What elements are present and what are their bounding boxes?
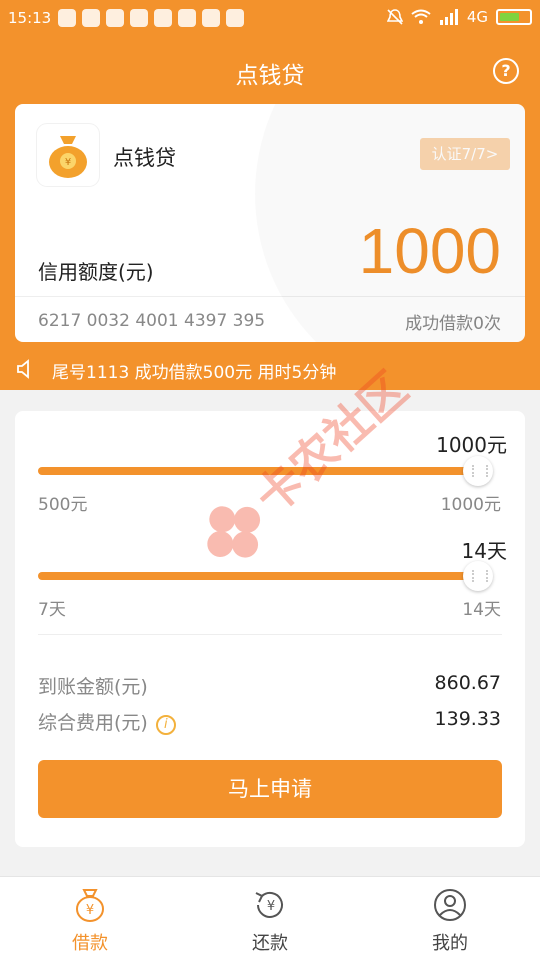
- panel-divider: [38, 634, 502, 635]
- svg-text:¥: ¥: [65, 157, 71, 168]
- app-notification-icon: [226, 9, 244, 27]
- status-time: 15:13: [8, 9, 52, 27]
- notification-icons: [58, 9, 244, 27]
- term-max-label: 14天: [462, 600, 501, 620]
- network-type: 4G: [466, 8, 488, 26]
- term-value: 14天: [461, 539, 507, 563]
- signal-icon: [439, 9, 458, 25]
- system-icons: 4G: [386, 8, 532, 26]
- term-slider-track[interactable]: [38, 572, 478, 580]
- apply-button[interactable]: 马上申请: [38, 760, 502, 818]
- status-bar: 15:13 4G: [0, 0, 540, 38]
- mute-icon: [386, 9, 403, 25]
- app-notification-icon: [130, 9, 148, 27]
- loan-panel: 1000元 500元 1000元 14天 7天 14天 到账金额(元) 860.…: [15, 411, 525, 847]
- certification-badge[interactable]: 认证7/7>: [420, 138, 510, 170]
- app-notification-icon: [58, 9, 76, 27]
- credit-limit-label: 信用额度(元): [38, 260, 154, 284]
- bank-card-number: 6217 0032 4001 4397 395: [38, 311, 266, 331]
- term-min-label: 7天: [38, 600, 66, 620]
- amount-slider-track[interactable]: [38, 467, 478, 475]
- speaker-icon: [17, 359, 29, 379]
- amount-value: 1000元: [436, 433, 507, 457]
- card-divider: [15, 296, 525, 297]
- borrow-count: 成功借款0次: [405, 314, 501, 334]
- svg-text:¥: ¥: [86, 903, 94, 918]
- amount-slider-handle[interactable]: [463, 456, 493, 486]
- moneybag-icon: ¥: [76, 889, 104, 922]
- svg-text:¥: ¥: [267, 899, 275, 914]
- app-notification-icon: [154, 9, 172, 27]
- tab-bar: ¥ 借款 ¥ 还款 我的: [0, 876, 540, 960]
- battery-icon: [496, 9, 532, 25]
- fee-value: 139.33: [434, 708, 501, 730]
- app-logo: ¥: [37, 124, 99, 186]
- credit-card: ¥ 点钱贷 认证7/7> 信用额度(元) 1000 6217 0032 4001…: [15, 104, 525, 342]
- notice-bar: 尾号1113 成功借款500元 用时5分钟: [0, 348, 540, 390]
- app-notification-icon: [178, 9, 196, 27]
- app-notification-icon: [106, 9, 124, 27]
- page-title: 点钱贷: [235, 63, 305, 89]
- wifi-icon: [411, 9, 431, 24]
- fee-row: 综合费用(元) i: [38, 708, 176, 735]
- user-icon: [434, 889, 466, 921]
- help-button[interactable]: ?: [493, 58, 519, 84]
- tab-borrow[interactable]: ¥ 借款: [0, 877, 180, 960]
- moneybag-logo-icon: ¥: [49, 136, 87, 178]
- app-name: 点钱贷: [113, 146, 176, 170]
- received-amount-value: 860.67: [434, 672, 501, 694]
- tab-profile[interactable]: 我的: [360, 877, 540, 960]
- credit-limit-value: 1000: [358, 215, 501, 287]
- tab-repay-label: 还款: [252, 933, 288, 954]
- notice-text: 尾号1113 成功借款500元 用时5分钟: [52, 363, 337, 383]
- info-icon[interactable]: i: [155, 715, 176, 735]
- received-amount-label: 到账金额(元): [38, 676, 148, 698]
- wechat-icon: [82, 9, 100, 27]
- repay-icon: ¥: [255, 891, 283, 918]
- amount-max-label: 1000元: [440, 495, 501, 515]
- app-notification-icon: [202, 9, 220, 27]
- term-slider-handle[interactable]: [463, 561, 493, 591]
- fee-label: 综合费用(元): [38, 712, 148, 734]
- tab-profile-label: 我的: [432, 933, 468, 954]
- tab-repay[interactable]: ¥ 还款: [180, 877, 360, 960]
- tab-borrow-label: 借款: [72, 933, 108, 954]
- amount-min-label: 500元: [38, 495, 88, 515]
